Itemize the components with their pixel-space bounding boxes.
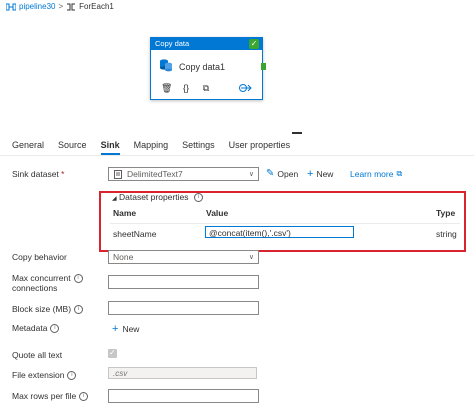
metadata-label-text: Metadata xyxy=(12,323,48,333)
metadata-label: Metadata i xyxy=(12,323,60,334)
new-dataset-button[interactable]: + New xyxy=(307,168,333,180)
column-header-name: Name xyxy=(113,208,137,218)
info-icon: i xyxy=(79,392,89,402)
tab-divider xyxy=(0,155,474,156)
info-icon: i xyxy=(67,371,77,381)
tab-settings[interactable]: Settings xyxy=(182,140,215,155)
column-header-value: Value xyxy=(206,208,229,218)
foreach-icon xyxy=(67,3,76,10)
chevron-down-icon: ∨ xyxy=(248,171,254,178)
breadcrumb-separator: > xyxy=(58,2,64,11)
breadcrumb-pipeline-link[interactable]: pipeline30 xyxy=(19,2,55,11)
check-icon: ✓ xyxy=(249,39,259,49)
plus-icon: + xyxy=(307,168,314,180)
sink-dataset-value: DelimitedText7 xyxy=(127,169,183,179)
copy-data-activity[interactable]: Copy data ✓ Copy data1 🗑 {} ⧉ xyxy=(150,37,263,100)
copy-behavior-label: Copy behavior xyxy=(12,252,67,262)
max-concurrent-label-line1: Max concurrent xyxy=(12,273,71,283)
breadcrumb-current: ForEach1 xyxy=(79,2,114,11)
block-size-label: Block size (MB) i xyxy=(12,304,84,315)
open-dataset-button[interactable]: ✎ Open xyxy=(266,168,298,179)
quote-all-text-checkbox[interactable]: ✓ xyxy=(108,348,117,358)
max-concurrent-input[interactable] xyxy=(108,275,259,289)
max-rows-input[interactable] xyxy=(108,389,259,403)
tab-source[interactable]: Source xyxy=(58,140,87,155)
sink-dataset-label-text: Sink dataset xyxy=(12,169,59,179)
plus-icon: + xyxy=(112,323,119,335)
block-size-input[interactable] xyxy=(108,301,259,315)
copy-behavior-select[interactable]: None ∨ xyxy=(108,250,259,264)
property-type: string xyxy=(436,229,457,239)
tab-user-properties[interactable]: User properties xyxy=(229,140,291,155)
chevron-down-icon: ∨ xyxy=(248,254,254,261)
header-divider xyxy=(110,223,460,224)
info-icon: i xyxy=(73,274,83,284)
copy-behavior-value: None xyxy=(113,252,134,262)
clone-icon[interactable]: ⧉ xyxy=(201,83,211,93)
dataset-properties-toggle[interactable]: ◢ Dataset properties i xyxy=(112,192,203,203)
tab-mapping[interactable]: Mapping xyxy=(134,140,169,155)
file-extension-input[interactable] xyxy=(108,367,257,379)
required-mark: * xyxy=(61,169,65,179)
new-label: New xyxy=(316,169,334,179)
pipeline-icon xyxy=(6,3,16,10)
file-extension-label-text: File extension xyxy=(12,370,65,380)
metadata-new-label: New xyxy=(122,324,140,334)
tab-sink[interactable]: Sink xyxy=(100,140,120,155)
dataset-properties-title: Dataset properties xyxy=(119,192,189,202)
sink-dataset-select[interactable]: DelimitedText7 ∨ xyxy=(108,167,259,181)
add-output-icon[interactable] xyxy=(238,83,252,93)
breadcrumb: pipeline30 > ForEach1 xyxy=(6,2,114,11)
activity-name: Copy data1 xyxy=(179,62,226,72)
copy-data-icon xyxy=(160,59,172,72)
checkmark-icon: ✓ xyxy=(109,348,116,357)
activity-type-label: Copy data xyxy=(155,39,190,48)
learn-more-link[interactable]: Learn more ⧉ xyxy=(350,169,402,179)
column-header-type: Type xyxy=(436,208,456,218)
activity-header: Copy data ✓ xyxy=(151,38,262,50)
info-icon: i xyxy=(74,305,84,315)
quote-all-text-label: Quote all text xyxy=(12,350,63,360)
dataset-file-icon xyxy=(114,170,122,179)
max-concurrent-label-line2: connections xyxy=(12,283,58,294)
delete-icon[interactable]: 🗑 xyxy=(161,83,172,93)
max-concurrent-label: Max concurrent i connections xyxy=(12,273,83,293)
info-icon: i xyxy=(193,193,203,203)
panel-resize-handle[interactable] xyxy=(292,132,302,134)
tab-general[interactable]: General xyxy=(12,140,44,155)
learn-more-text: Learn more xyxy=(350,169,394,179)
file-extension-label: File extension i xyxy=(12,370,77,381)
max-rows-label-text: Max rows per file xyxy=(12,391,77,401)
output-connector-handle[interactable] xyxy=(261,63,266,70)
property-name: sheetName xyxy=(113,229,157,239)
metadata-new-button[interactable]: + New xyxy=(112,323,139,335)
open-label: Open xyxy=(277,168,299,179)
info-icon: i xyxy=(50,324,60,334)
property-value-input[interactable]: @concat(item(),'.csv') xyxy=(205,226,354,238)
external-link-icon: ⧉ xyxy=(396,169,403,178)
code-icon[interactable]: {} xyxy=(181,83,191,93)
sink-dataset-label: Sink dataset * xyxy=(12,169,64,179)
properties-tabs: General Source Sink Mapping Settings Use… xyxy=(12,140,304,155)
block-size-label-text: Block size (MB) xyxy=(12,304,72,314)
edit-icon: ✎ xyxy=(266,168,275,179)
max-rows-label: Max rows per file i xyxy=(12,391,89,402)
caret-down-icon: ◢ xyxy=(112,196,117,202)
